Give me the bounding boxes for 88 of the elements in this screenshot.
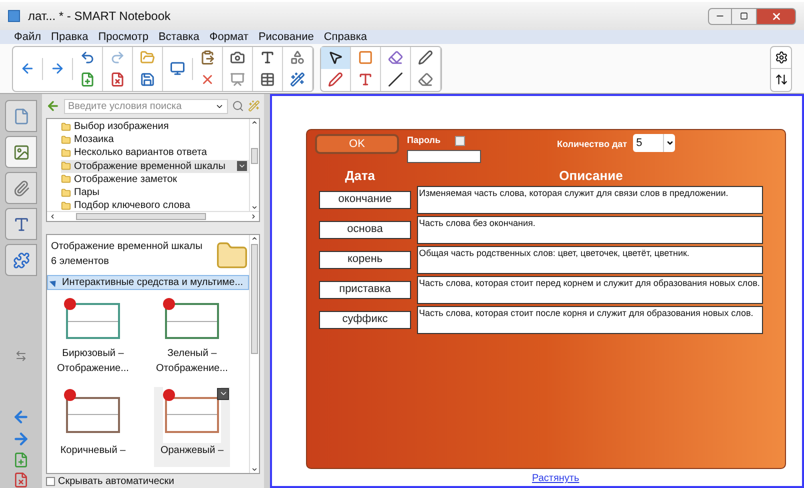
item-name: Зеленый – — [167, 347, 217, 361]
resize-icon[interactable] — [15, 350, 27, 362]
item-subtitle: Отображение... — [156, 362, 228, 376]
term-field[interactable]: корень — [319, 250, 411, 268]
folder-title: Отображение временной шкалы — [51, 240, 204, 254]
term-field[interactable]: окончание — [319, 190, 411, 208]
count-dropdown[interactable]: 5 — [633, 134, 676, 152]
addons-icon — [12, 252, 30, 268]
menu-item[interactable]: Просмотр — [98, 28, 148, 46]
item-subtitle: Отображение... — [57, 362, 129, 376]
vertical-scrollbar[interactable] — [249, 235, 259, 473]
scroll-thumb[interactable] — [251, 148, 258, 164]
gallery-item[interactable]: Оранжевый – — [154, 386, 230, 466]
menu-item[interactable]: Правка — [51, 28, 88, 46]
item-name: Оранжевый – — [160, 444, 224, 458]
close-button[interactable] — [756, 8, 796, 24]
item-name: Коричневый – — [60, 444, 126, 458]
item-name: Бирюзовый – — [62, 347, 124, 361]
tree-item[interactable]: Отображение временной шкалы — [61, 160, 249, 173]
side-tab[interactable] — [5, 172, 37, 204]
side-tab[interactable] — [5, 100, 37, 132]
menu-item[interactable]: Формат — [209, 28, 248, 46]
horizontal-scrollbar[interactable] — [47, 211, 259, 221]
description-field[interactable]: Часть слова, которая стоит перед корнем и служит для образования новых слов. — [417, 276, 763, 304]
search-icon[interactable] — [232, 100, 244, 112]
description-field[interactable]: Часть слова без окончания. — [417, 216, 763, 244]
search-field[interactable]: Введите условия поиска — [64, 98, 228, 114]
select-pointer-icon[interactable] — [321, 46, 351, 68]
menu-item[interactable]: Файл — [14, 28, 42, 46]
add-page-icon[interactable] — [13, 452, 29, 468]
maximize-button[interactable] — [732, 8, 756, 24]
password-label: Пароль — [407, 134, 440, 147]
gallery-item[interactable]: Коричневый – — [55, 386, 131, 466]
attachments-icon — [12, 180, 30, 196]
tree-item[interactable]: Выбор изображения — [61, 120, 249, 134]
password-field[interactable] — [407, 150, 481, 162]
folder-icon — [61, 134, 71, 145]
gallery-item[interactable]: Бирюзовый – Отображение... — [55, 296, 131, 376]
tree-item[interactable]: Пары — [61, 186, 249, 200]
description-field[interactable]: Часть слова, которая стоит после корня и служит для образования новых слов. — [417, 306, 763, 334]
description-column-header: Описание — [558, 167, 624, 185]
window-title: лат... * - SMART Notebook — [28, 8, 172, 25]
date-column-header: Дата — [344, 167, 376, 185]
tree-item[interactable]: Подбор ключевого слова — [61, 199, 249, 212]
password-checkbox[interactable] — [454, 136, 464, 146]
stretch-link[interactable]: Растянуть — [532, 471, 580, 486]
maximize-icon — [740, 12, 748, 20]
side-tab[interactable] — [5, 136, 37, 168]
item-count: 6 элементов — [51, 255, 110, 269]
side-tab[interactable] — [5, 244, 37, 276]
tree-item[interactable]: Несколько вариантов ответа — [61, 146, 249, 160]
term-field[interactable]: основа — [319, 220, 411, 238]
forward-arrow-icon[interactable] — [12, 430, 30, 448]
gallery-item[interactable]: Зеленый – Отображение... — [154, 296, 230, 376]
tree-item[interactable]: Мозаика — [61, 133, 249, 146]
term-field[interactable]: приставка — [319, 280, 411, 298]
scroll-up-icon — [251, 119, 258, 126]
menu-item[interactable]: Справка — [324, 28, 367, 46]
close-icon — [770, 10, 782, 22]
scroll-left-icon — [49, 213, 56, 220]
folder-icon — [61, 200, 71, 211]
folder-icon — [61, 122, 71, 132]
scroll-down-icon — [251, 204, 258, 211]
delete-page-icon[interactable] — [13, 472, 29, 488]
side-tab[interactable] — [5, 208, 37, 240]
count-label: Количество дат — [557, 138, 628, 151]
app-icon — [8, 10, 20, 22]
auto-hide-checkbox[interactable]: Скрывать автоматически — [46, 474, 260, 488]
vertical-scrollbar[interactable] — [249, 119, 259, 211]
menu-item[interactable]: Вставка — [158, 28, 200, 46]
description-field[interactable]: Изменяемая часть слова, которая служит для связи слов в предложении. — [417, 186, 763, 214]
folder-icon — [61, 161, 71, 172]
folder-icon — [61, 188, 71, 198]
category-header[interactable]: Интерактивные средства и мультиме... — [47, 275, 249, 290]
scroll-thumb[interactable] — [251, 244, 258, 354]
scroll-right-icon — [250, 213, 257, 220]
scroll-thumb[interactable] — [76, 213, 206, 220]
folder-icon — [61, 148, 71, 158]
gallery-icon — [12, 144, 30, 160]
pages-icon — [12, 108, 30, 124]
description-field[interactable]: Общая часть родственных слов: цвет, цветочек, цветёт, цветник. — [417, 246, 763, 274]
scroll-down-icon — [251, 466, 258, 473]
menu-item[interactable]: Рисование — [258, 28, 314, 46]
scroll-up-icon — [251, 235, 258, 242]
tree-item[interactable]: Отображение заметок — [61, 172, 249, 186]
term-field[interactable]: суффикс — [319, 310, 411, 328]
folder-icon — [61, 174, 71, 184]
back-arrow-icon[interactable] — [46, 99, 60, 113]
